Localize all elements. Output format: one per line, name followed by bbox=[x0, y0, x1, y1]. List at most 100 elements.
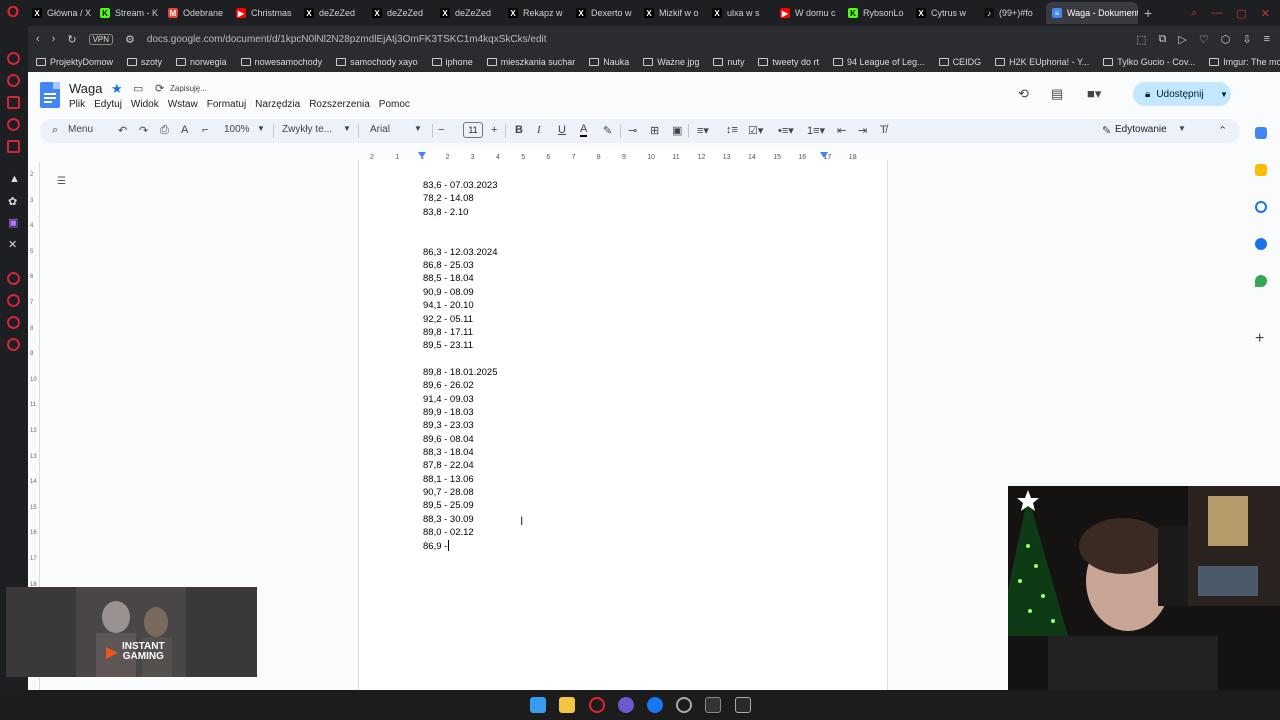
sidebar-x-icon[interactable]: ✕ bbox=[8, 238, 17, 251]
bookmark-item[interactable]: samochody xayo bbox=[336, 57, 418, 67]
search-menu-icon[interactable]: ⌕ bbox=[52, 124, 58, 137]
site-info-icon[interactable]: ⚙ bbox=[125, 33, 135, 46]
bookmark-item[interactable]: CEIDG bbox=[938, 57, 981, 67]
facebook-icon[interactable] bbox=[647, 697, 663, 713]
document-line[interactable]: 90,9 - 08.09 bbox=[423, 287, 474, 298]
app-settings-icon[interactable] bbox=[676, 697, 692, 713]
back-icon[interactable]: ‹ bbox=[36, 33, 40, 45]
document-line[interactable]: 89,5 - 23.11 bbox=[423, 340, 473, 351]
start-windows-icon[interactable] bbox=[530, 697, 546, 713]
contacts-icon[interactable] bbox=[1255, 238, 1267, 250]
tab-item[interactable]: K RybsonLo bbox=[842, 2, 910, 24]
bookmark-item[interactable]: iphone bbox=[431, 57, 473, 67]
opera-logo-icon[interactable]: O bbox=[0, 0, 26, 26]
document-line[interactable]: 86,8 - 25.03 bbox=[423, 260, 474, 271]
document-line[interactable]: 88,5 - 18.04 bbox=[423, 273, 474, 284]
sidebar-clock-icon[interactable] bbox=[7, 294, 20, 307]
downloads-icon[interactable]: ⇩ bbox=[1242, 33, 1251, 46]
sidebar-chatgpt-icon[interactable]: ✿ bbox=[8, 195, 17, 208]
document-line[interactable]: 92,2 - 05.11 bbox=[423, 314, 473, 325]
star-icon[interactable]: ★ bbox=[111, 81, 123, 97]
version-history-icon[interactable]: ⟲ bbox=[1018, 86, 1029, 102]
style-select[interactable]: Zwykły te... bbox=[282, 124, 332, 135]
tab-item[interactable]: XdeZeZed bbox=[434, 2, 502, 24]
document-line[interactable]: 89,3 - 23.03 bbox=[423, 420, 474, 431]
bookmark-item[interactable]: 94 League of Leg... bbox=[832, 57, 925, 67]
easy-setup-icon[interactable]: ≡ bbox=[1264, 33, 1270, 46]
maps-icon[interactable] bbox=[1255, 275, 1267, 287]
underline-icon[interactable]: U bbox=[558, 124, 566, 136]
decrease-indent-icon[interactable]: ⇤ bbox=[837, 124, 846, 137]
sidebar-instagram-icon[interactable] bbox=[7, 118, 20, 131]
tasks-icon[interactable] bbox=[1255, 201, 1267, 213]
play-icon[interactable]: ▷ bbox=[1178, 33, 1186, 46]
move-folder-icon[interactable]: ▭ bbox=[133, 82, 143, 95]
heart-icon[interactable]: ♡ bbox=[1199, 33, 1209, 46]
bookmark-item[interactable]: nuty bbox=[713, 57, 744, 67]
highlight-icon[interactable]: ✎ bbox=[603, 124, 612, 137]
document-line[interactable]: 88,1 - 13.06 bbox=[423, 474, 474, 485]
bulleted-list-icon[interactable]: •≡▾ bbox=[778, 124, 794, 137]
menu-item[interactable]: Narzędzia bbox=[255, 99, 300, 110]
close-window-icon[interactable]: ✕ bbox=[1261, 7, 1270, 20]
snapshot-icon[interactable]: ⧉ bbox=[1159, 33, 1167, 46]
print-icon[interactable]: ⎙ bbox=[160, 124, 169, 137]
share-button[interactable]: 🔒︎ Udostępnij bbox=[1133, 82, 1231, 106]
style-chevron-down-icon[interactable]: ▼ bbox=[343, 124, 351, 133]
bookmark-item[interactable]: H2K EUphoria! - Y... bbox=[995, 57, 1089, 67]
tab-item[interactable]: ▶ W domu c bbox=[774, 2, 842, 24]
menu-item[interactable]: Plik bbox=[69, 99, 85, 110]
insert-image-icon[interactable]: ▣ bbox=[672, 124, 682, 137]
comments-icon[interactable]: ▤ bbox=[1051, 86, 1063, 102]
document-line[interactable]: 86,9 - bbox=[423, 540, 450, 552]
document-line[interactable]: 88,0 - 02.12 bbox=[423, 527, 474, 538]
share-dropdown-icon[interactable]: ▼ bbox=[1220, 90, 1228, 99]
tab-item[interactable]: M Odebrane bbox=[162, 2, 230, 24]
tab-item[interactable]: ♪ (99+)#fo bbox=[978, 2, 1046, 24]
tab-active[interactable]: ≡ Waga - Dokumenty bbox=[1046, 2, 1138, 24]
document-line[interactable]: 91,4 - 09.03 bbox=[423, 394, 474, 405]
tab-item[interactable]: X Dexerto w bbox=[570, 2, 638, 24]
font-size-increase-icon[interactable]: + bbox=[491, 124, 497, 136]
document-line[interactable]: 89,6 - 08.04 bbox=[423, 434, 474, 445]
document-line[interactable]: 89,8 - 17.11 bbox=[423, 327, 473, 338]
sidebar-pinboard-icon[interactable] bbox=[7, 316, 20, 329]
tab-item[interactable]: XdeZeZed bbox=[298, 2, 366, 24]
sidebar-flow-icon[interactable] bbox=[7, 96, 20, 109]
document-line[interactable]: 86,3 - 12.03.2024 bbox=[423, 247, 497, 258]
reload-icon[interactable]: ↻ bbox=[67, 33, 76, 46]
editing-mode-select[interactable]: Edytowanie bbox=[1115, 124, 1167, 135]
menu-item[interactable]: Wstaw bbox=[168, 99, 198, 110]
document-outline-icon[interactable]: ☰ bbox=[57, 176, 66, 187]
edit-pencil-icon[interactable]: ✎ bbox=[1102, 124, 1111, 137]
link-icon[interactable]: ⊸ bbox=[628, 124, 637, 137]
calendar-icon[interactable] bbox=[1255, 127, 1267, 139]
tab-item[interactable]: K Stream - K bbox=[94, 2, 162, 24]
add-comment-icon[interactable]: ⊞ bbox=[650, 124, 659, 137]
sidebar-twitch-icon[interactable]: ▣ bbox=[8, 216, 18, 229]
bookmark-item[interactable]: tweety do rt bbox=[758, 57, 819, 67]
bookmark-item[interactable]: Tylko Gucio - Cov... bbox=[1103, 57, 1195, 67]
line-spacing-icon[interactable]: ↕≡ bbox=[726, 124, 738, 136]
tab-item[interactable]: X Rekapz w bbox=[502, 2, 570, 24]
bookmark-item[interactable]: Nauka bbox=[589, 57, 629, 67]
terminal-icon[interactable] bbox=[705, 697, 721, 713]
extensions-icon[interactable]: ⬡ bbox=[1221, 33, 1231, 46]
document-line[interactable]: 89,8 - 18.01.2025 bbox=[423, 367, 497, 378]
new-tab-button[interactable]: + bbox=[1138, 5, 1158, 21]
bookmark-item[interactable]: ProjektyDomow bbox=[36, 57, 113, 67]
document-line[interactable]: 87,8 - 22.04 bbox=[423, 460, 474, 471]
zoom-select[interactable]: 100% bbox=[224, 124, 250, 135]
sidebar-refresh-icon[interactable] bbox=[7, 74, 20, 87]
sidebar-gmail-icon[interactable] bbox=[7, 140, 20, 153]
tab-item[interactable]: XdeZeZed bbox=[366, 2, 434, 24]
tab-item[interactable]: ▶ Christmas bbox=[230, 2, 298, 24]
document-line[interactable]: 88,3 - 18.04 bbox=[423, 447, 474, 458]
font-chevron-down-icon[interactable]: ▼ bbox=[414, 124, 422, 133]
tab-item[interactable]: X Cytrus w bbox=[910, 2, 978, 24]
docs-logo-icon[interactable] bbox=[40, 82, 60, 108]
bookmark-item[interactable]: norwegia bbox=[176, 57, 227, 67]
menu-item[interactable]: Pomoc bbox=[379, 99, 410, 110]
url-field[interactable]: docs.google.com/document/d/1kpcN0lNl2N28… bbox=[147, 34, 547, 45]
epic-games-icon[interactable] bbox=[735, 697, 751, 713]
